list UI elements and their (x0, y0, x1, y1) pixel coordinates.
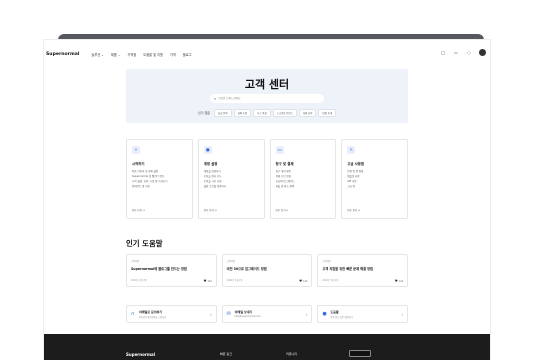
category-cards: + 시작하기 처음 가입과 첫 회의 설정 Supernormal 및 캘린더 … (126, 139, 408, 219)
nav-actions: ◯ ▭ ○ (440, 49, 486, 56)
popular-label: 인기 질문 (198, 111, 211, 115)
article-card[interactable]: 고객지원 고객 지원을 위한 빠른 문제 해결 방법 2024년 1월 2일 ♥… (317, 254, 409, 287)
category-title: 청구 및 결제 (275, 162, 294, 166)
contact-card-help[interactable]: ● 도움말 자주 묻는 질문 확인하기 › (317, 305, 409, 323)
hero-banner: 고객 센터 ⌕ 인기 질문 요금 문의 회의 녹음 녹스 작성 스크린샷 업로드… (126, 69, 408, 123)
headset-icon: ∩ (131, 311, 135, 317)
category-link[interactable]: 업데이트 및 지원 (132, 184, 187, 189)
contact-title: 이메일로 문의하기 (139, 309, 163, 314)
article-title: Supernormal에 블로그를 만드는 방법 (131, 267, 187, 271)
article-card[interactable]: 고객지원 Supernormal에 블로그를 만드는 방법 2024년 1월 2… (126, 254, 217, 287)
globe-icon[interactable]: ◯ (440, 50, 446, 56)
popular-articles: 고객지원 Supernormal에 블로그를 만드는 방법 2024년 1월 2… (126, 254, 409, 287)
view-all-link[interactable]: 모두 보기 → (276, 208, 289, 212)
heart-icon: ♥ (299, 279, 303, 283)
article-card[interactable]: 고객지원 비전 30으로 업그레이드 방법 2024년 1월 2일 ♥ 124 (221, 254, 313, 287)
mail-icon: ✉ (226, 311, 231, 317)
popular-chip[interactable]: 스크린샷 업로드 (272, 109, 297, 117)
contact-title: 이메일 보내기 (234, 310, 253, 314)
user-icon: ● (203, 146, 212, 154)
article-date: 2024년 1월 2일 (322, 279, 339, 282)
heart-icon: ♥ (394, 279, 398, 283)
category-link[interactable]: 설정 프로필 변경하기 (204, 184, 259, 189)
article-likes: ♥ 124 (203, 279, 211, 283)
chevron-right-icon: › (210, 311, 212, 317)
category-card-advanced[interactable]: ∩ 고급 사용법 연결 및 앱 통합 템플릿 사용 API 사용 고급 팁 모두… (341, 139, 408, 219)
like-count: 124 (207, 279, 212, 283)
contact-title: 도움말 (330, 309, 339, 314)
search-bar[interactable]: ⌕ (210, 94, 324, 103)
contact-subtitle: 24시간 이내 답변을 드립니다 (139, 315, 167, 319)
heart-icon: ♥ (203, 279, 207, 283)
footer-col-community: 커뮤니티 (286, 352, 298, 356)
card-icon: ▭ (275, 146, 284, 154)
footer-col-quick-links: 빠른 링크 (220, 352, 232, 356)
app-store-badge[interactable] (349, 350, 371, 357)
nav-item-pricing[interactable]: 가격 (170, 52, 176, 57)
footer: Supernormal 빠른 링크 커뮤니티 (44, 334, 490, 360)
article-date: 2024년 1월 2일 (226, 279, 243, 282)
view-all-link[interactable]: 모두 보기 → (132, 208, 145, 212)
chevron-right-icon: › (401, 311, 404, 317)
contact-card-chat[interactable]: ∩ 이메일로 문의하기 24시간 이내 답변을 드립니다 › (126, 305, 217, 323)
top-nav: Supernormal 솔루션 ⌄ 제품 ⌄ 가격정 도움말 및 지원 가격 블… (44, 47, 490, 61)
page-title: 고객 센터 (244, 78, 290, 91)
contact-subtitle: help@supernormal.com (234, 315, 261, 318)
article-category: 고객지원 (226, 260, 235, 263)
headphone-icon: ∩ (347, 146, 356, 154)
popular-chip[interactable]: 회의 녹음 (233, 109, 252, 117)
like-count: 124 (303, 279, 308, 283)
article-date: 2024년 1월 2일 (131, 279, 147, 282)
info-icon: ● (322, 311, 327, 317)
doc-icon[interactable]: ▭ (453, 50, 459, 56)
category-card-billing[interactable]: ▭ 청구 및 결제 청구 내역 확인 결제 수단 변경 요금제 업그레이드 환불… (269, 139, 337, 219)
view-all-link[interactable]: 모두 보기 → (347, 208, 360, 212)
category-link[interactable]: 환불 및 취소 정책 (276, 184, 331, 189)
article-category: 고객지원 (322, 260, 331, 263)
article-likes: ♥ 124 (299, 279, 307, 283)
footer-brand[interactable]: Supernormal (126, 352, 155, 357)
popular-chip[interactable]: 회의 요약 (298, 109, 317, 117)
category-card-account[interactable]: ● 계정 설정 계정을 변경하기 조직을 정리 가능 조직을 시간 조정 설정 … (197, 139, 265, 219)
popular-chip[interactable]: 팀원 초대 (318, 109, 336, 117)
contact-card-email[interactable]: ✉ 이메일 보내기 help@supernormal.com › (221, 305, 313, 323)
plus-icon: + (132, 146, 140, 154)
category-title: 고급 사용법 (347, 162, 365, 166)
search-icon[interactable]: ○ (466, 50, 472, 56)
nav-item-product[interactable]: 제품 ⌄ (111, 52, 121, 57)
category-title: 계정 설정 (203, 162, 218, 166)
search-icon: ⌕ (214, 96, 217, 101)
nav-item-pricing-plan[interactable]: 가격정 (127, 52, 136, 57)
category-link[interactable]: 고급 팁 (347, 184, 402, 189)
popular-questions: 인기 질문 요금 문의 회의 녹음 녹스 작성 스크린샷 업로드 회의 요약 팀… (126, 109, 408, 117)
like-count: 124 (398, 279, 404, 283)
category-card-getting-started[interactable]: + 시작하기 처음 가입과 첫 회의 설정 Supernormal 및 캘린더 … (126, 139, 193, 219)
category-title: 시작하기 (132, 162, 145, 166)
nav-item-help[interactable]: 도움말 및 지원 (143, 52, 163, 57)
brand-logo[interactable]: Supernormal (46, 52, 79, 57)
article-likes: ♥ 124 (395, 279, 403, 283)
popular-help-title: 인기 도움말 (126, 239, 163, 248)
avatar[interactable] (479, 49, 486, 56)
contact-subtitle: 자주 묻는 질문 확인하기 (330, 315, 353, 319)
contact-options: ∩ 이메일로 문의하기 24시간 이내 답변을 드립니다 › ✉ 이메일 보내기… (126, 305, 409, 323)
popular-chip[interactable]: 녹스 작성 (253, 109, 271, 117)
nav-item-solutions[interactable]: 솔루션 ⌄ (91, 52, 103, 57)
article-title: 고객 지원을 위한 빠른 문제 해결 방법 (322, 267, 373, 271)
view-all-link[interactable]: 모두 보기 → (204, 208, 217, 212)
article-category: 고객지원 (131, 260, 140, 263)
popular-chip[interactable]: 요금 문의 (214, 109, 232, 117)
article-title: 비전 30으로 업그레이드 방법 (226, 267, 267, 271)
search-input[interactable] (218, 97, 319, 100)
chevron-right-icon: › (305, 311, 308, 317)
nav-item-blog[interactable]: 블로그 (183, 52, 192, 57)
